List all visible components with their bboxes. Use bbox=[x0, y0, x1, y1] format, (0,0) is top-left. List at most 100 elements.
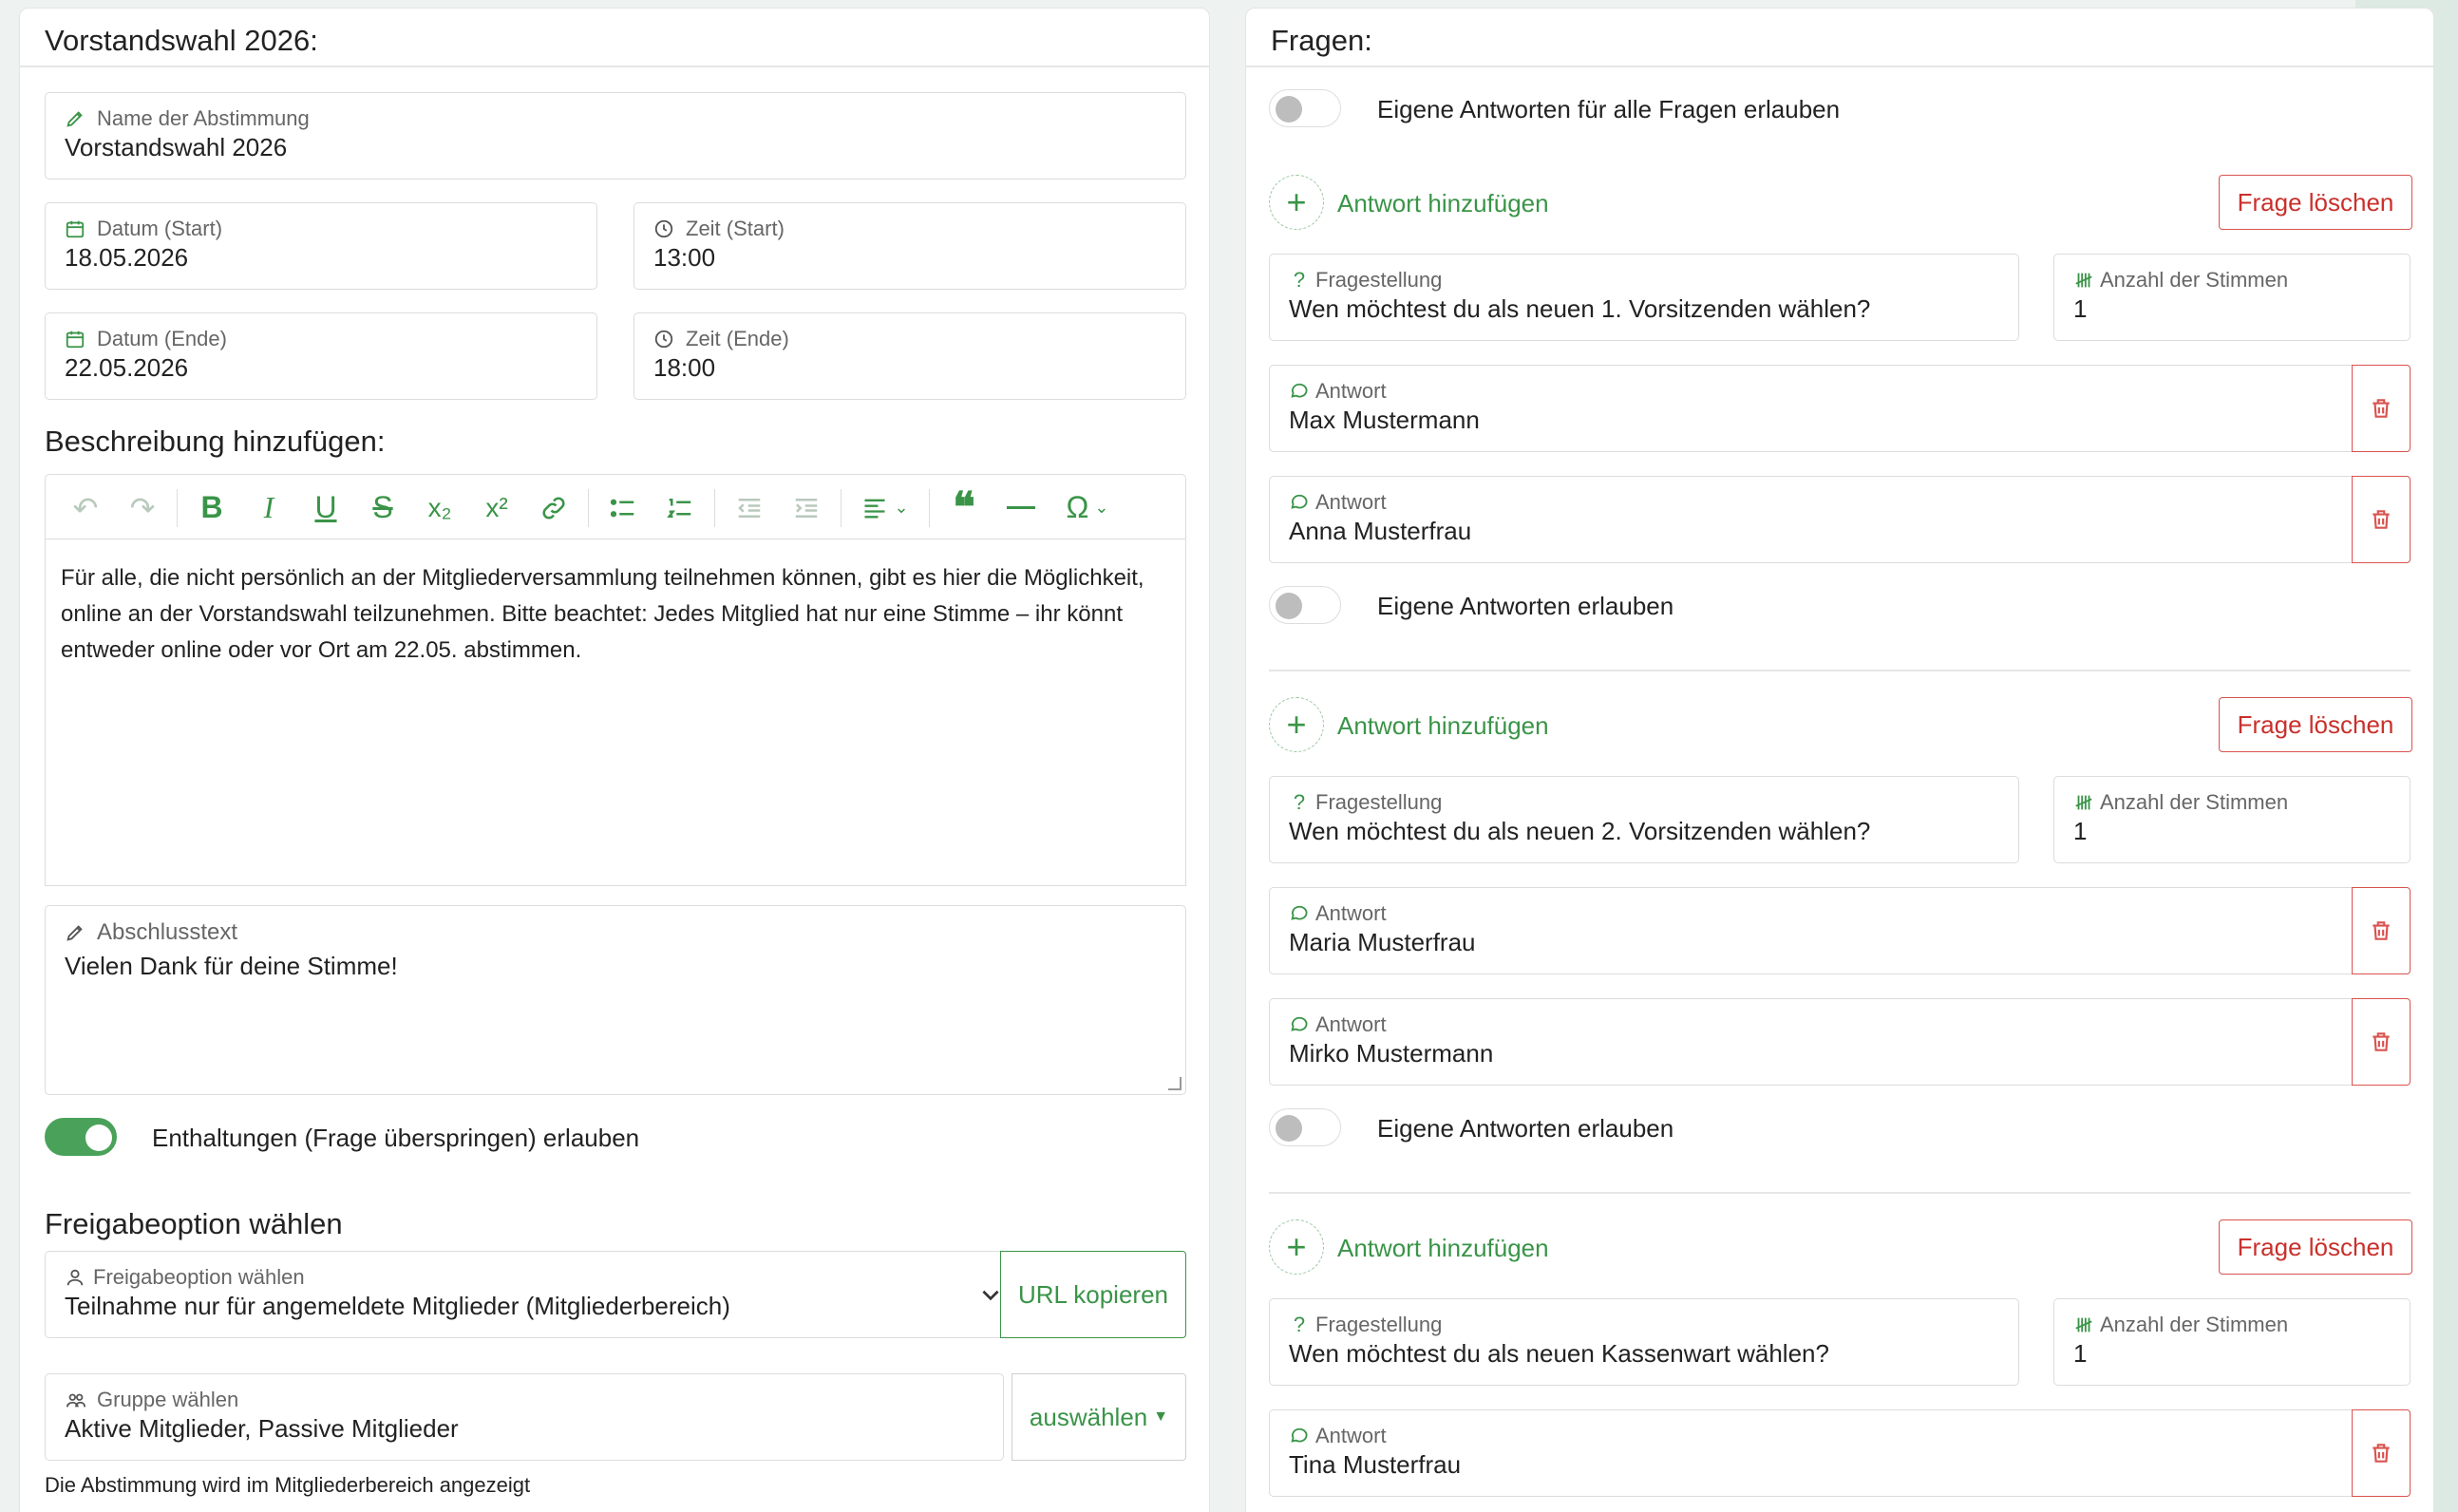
chat-bubble-icon bbox=[1289, 903, 1310, 924]
trash-icon bbox=[2369, 918, 2393, 943]
votes-field[interactable]: Anzahl der Stimmen 1 bbox=[2053, 1298, 2411, 1386]
link-icon[interactable] bbox=[525, 482, 582, 535]
group-select-field[interactable]: Gruppe wählen Aktive Mitglieder, Passive… bbox=[45, 1373, 1004, 1461]
allow-own-answers-toggle[interactable] bbox=[1269, 1108, 1341, 1146]
field-label: Anzahl der Stimmen bbox=[2100, 790, 2289, 814]
calendar-icon bbox=[65, 218, 85, 239]
add-answer-button[interactable]: Antwort hinzufügen bbox=[1337, 1234, 1549, 1263]
answer-field[interactable]: Antwort Mirko Mustermann bbox=[1269, 998, 2355, 1086]
delete-answer-button[interactable] bbox=[2352, 1409, 2411, 1497]
field-value: 1 bbox=[2073, 294, 2088, 323]
caret-down-icon: ▼ bbox=[1153, 1408, 1169, 1425]
release-option-select[interactable]: Freigabeoption wählen Teilnahme nur für … bbox=[45, 1251, 1023, 1338]
answer-field[interactable]: Antwort Max Mustermann bbox=[1269, 365, 2355, 452]
users-icon bbox=[65, 1389, 86, 1410]
panel-title: Fragen: bbox=[1246, 9, 2433, 67]
field-label: Datum (Start) bbox=[97, 217, 223, 240]
field-label: Anzahl der Stimmen bbox=[2100, 268, 2289, 292]
special-character-icon[interactable]: Ω ⌄ bbox=[1049, 482, 1125, 535]
calendar-icon bbox=[65, 329, 85, 350]
question-field[interactable]: ? Fragestellung Wen möchtest du als neuen… bbox=[1269, 776, 2019, 863]
chat-bubble-icon bbox=[1289, 1014, 1310, 1035]
align-icon[interactable]: ⌄ bbox=[847, 482, 923, 535]
delete-answer-button[interactable] bbox=[2352, 365, 2411, 452]
field-value: Mirko Mustermann bbox=[1289, 1039, 1494, 1068]
abstain-toggle-label: Enthaltungen (Frage überspringen) erlaub… bbox=[152, 1124, 640, 1152]
visibility-hint: Die Abstimmung wird im Mitgliederbereich… bbox=[45, 1473, 531, 1497]
copy-url-button[interactable]: URL kopieren bbox=[1000, 1251, 1186, 1338]
delete-question-button[interactable]: Frage löschen bbox=[2219, 697, 2412, 752]
horizontal-rule-icon[interactable] bbox=[993, 482, 1049, 535]
poll-settings-panel: Vorstandswahl 2026: Name der Abstimmung … bbox=[19, 8, 1210, 1512]
subscript-icon[interactable]: x₂ bbox=[411, 482, 468, 535]
tally-icon bbox=[2073, 792, 2094, 813]
poll-name-field[interactable]: Name der Abstimmung Vorstandswahl 2026 bbox=[45, 92, 1186, 180]
field-label: Fragestellung bbox=[1315, 790, 1443, 814]
field-value: 13:00 bbox=[653, 243, 716, 272]
clock-icon bbox=[653, 218, 674, 239]
delete-answer-button[interactable] bbox=[2352, 887, 2411, 974]
description-editor[interactable]: Für alle, die nicht persönlich an der Mi… bbox=[45, 539, 1186, 886]
field-label: Freigabeoption wählen bbox=[93, 1265, 305, 1289]
add-answer-button[interactable]: Antwort hinzufügen bbox=[1337, 711, 1549, 741]
blockquote-icon[interactable]: ❝ bbox=[936, 482, 993, 535]
end-time-field[interactable]: Zeit (Ende) 18:00 bbox=[633, 312, 1186, 400]
start-date-field[interactable]: Datum (Start) 18.05.2026 bbox=[45, 202, 597, 290]
add-answer-icon[interactable]: + bbox=[1269, 697, 1324, 752]
numbered-list-icon[interactable] bbox=[652, 482, 709, 535]
field-value: Wen möchtest du als neuen 2. Vorsitzende… bbox=[1289, 817, 1871, 845]
button-label: auswählen bbox=[1029, 1402, 1148, 1431]
field-value: Max Mustermann bbox=[1289, 406, 1480, 434]
field-value: Maria Musterfrau bbox=[1289, 928, 1476, 956]
answer-field[interactable]: Antwort Anna Musterfrau bbox=[1269, 476, 2355, 563]
allow-all-own-answers-label: Eigene Antworten für alle Fragen erlaube… bbox=[1377, 95, 1841, 123]
votes-field[interactable]: Anzahl der Stimmen 1 bbox=[2053, 254, 2411, 341]
add-answer-button[interactable]: Antwort hinzufügen bbox=[1337, 189, 1549, 218]
field-value: 18:00 bbox=[653, 353, 716, 382]
redo-icon[interactable]: ↷ bbox=[114, 482, 171, 535]
strikethrough-icon[interactable]: S bbox=[354, 482, 411, 535]
underline-icon[interactable]: U bbox=[297, 482, 354, 535]
resize-handle[interactable] bbox=[1168, 1077, 1182, 1090]
allow-own-answers-toggle[interactable] bbox=[1269, 586, 1341, 624]
delete-question-button[interactable]: Frage löschen bbox=[2219, 1219, 2412, 1275]
outdent-icon[interactable] bbox=[721, 482, 778, 535]
field-label: Zeit (Start) bbox=[686, 217, 785, 240]
answer-field[interactable]: Antwort Tina Musterfrau bbox=[1269, 1409, 2355, 1497]
undo-icon[interactable]: ↶ bbox=[57, 482, 114, 535]
votes-field[interactable]: Anzahl der Stimmen 1 bbox=[2053, 776, 2411, 863]
field-value: 1 bbox=[2073, 817, 2088, 845]
release-heading: Freigabeoption wählen bbox=[45, 1207, 343, 1240]
field-label: Antwort bbox=[1315, 1424, 1387, 1447]
delete-answer-button[interactable] bbox=[2352, 476, 2411, 563]
field-label: Name der Abstimmung bbox=[97, 106, 310, 130]
add-answer-icon[interactable]: + bbox=[1269, 1219, 1324, 1275]
bullet-list-icon[interactable] bbox=[595, 482, 652, 535]
field-value: Wen möchtest du als neuen 1. Vorsitzende… bbox=[1289, 294, 1871, 323]
group-select-button[interactable]: auswählen ▼ bbox=[1012, 1373, 1186, 1461]
tally-icon bbox=[2073, 1314, 2094, 1335]
trash-icon bbox=[2369, 396, 2393, 421]
superscript-icon[interactable]: x² bbox=[468, 482, 525, 535]
trash-icon bbox=[2369, 507, 2393, 532]
closing-text-field[interactable]: Abschlusstext Vielen Dank für deine Stim… bbox=[45, 905, 1186, 1095]
field-label: Datum (Ende) bbox=[97, 327, 227, 350]
field-label: Anzahl der Stimmen bbox=[2100, 1313, 2289, 1336]
field-value: Teilnahme nur für angemeldete Mitglieder… bbox=[65, 1292, 730, 1320]
italic-icon[interactable]: I bbox=[240, 482, 297, 535]
end-date-field[interactable]: Datum (Ende) 22.05.2026 bbox=[45, 312, 597, 400]
abstain-toggle[interactable] bbox=[45, 1118, 117, 1156]
allow-own-answers-label: Eigene Antworten erlauben bbox=[1377, 1114, 1674, 1143]
delete-answer-button[interactable] bbox=[2352, 998, 2411, 1086]
question-field[interactable]: ? Fragestellung Wen möchtest du als neuen… bbox=[1269, 1298, 2019, 1386]
panel-title: Vorstandswahl 2026: bbox=[20, 9, 1209, 67]
answer-field[interactable]: Antwort Maria Musterfrau bbox=[1269, 887, 2355, 974]
question-field[interactable]: ? Fragestellung Wen möchtest du als neuen… bbox=[1269, 254, 2019, 341]
field-label: Fragestellung bbox=[1315, 1313, 1443, 1336]
delete-question-button[interactable]: Frage löschen bbox=[2219, 175, 2412, 230]
indent-icon[interactable] bbox=[778, 482, 835, 535]
allow-all-own-answers-toggle[interactable] bbox=[1269, 89, 1341, 127]
bold-icon[interactable]: B bbox=[183, 482, 240, 535]
add-answer-icon[interactable]: + bbox=[1269, 175, 1324, 230]
start-time-field[interactable]: Zeit (Start) 13:00 bbox=[633, 202, 1186, 290]
